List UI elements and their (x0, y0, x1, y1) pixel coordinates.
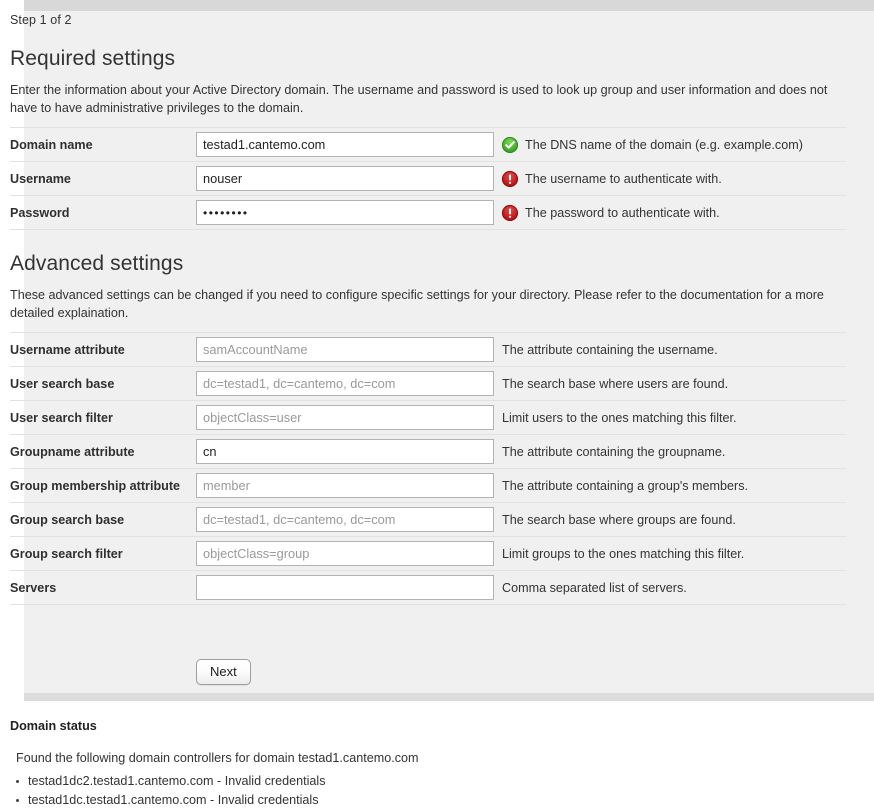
required-settings-body: Domain name The DNS name of the domain (… (10, 127, 846, 230)
group-search-filter-label: Group search filter (10, 546, 123, 561)
user-search-filter-input[interactable] (196, 405, 494, 430)
table-row: Servers Comma separated list of servers. (10, 571, 846, 605)
domain-name-field-cell (196, 128, 502, 162)
group-search-base-label: Group search base (10, 512, 125, 527)
group-search-base-field-cell (196, 503, 502, 537)
user-search-filter-help-text: Limit users to the ones matching this fi… (502, 410, 737, 425)
advanced-settings-body: Username attribute The attribute contain… (10, 332, 846, 605)
domain-name-label: Domain name (10, 137, 93, 152)
group-membership-attribute-help-text: The attribute containing a group's membe… (502, 478, 749, 493)
username-label: Username (10, 171, 71, 186)
domain-name-input[interactable] (196, 132, 494, 157)
table-row: Domain name The DNS name of the domain (… (10, 127, 846, 162)
username-attribute-label: Username attribute (10, 342, 125, 357)
password-label: Password (10, 205, 70, 220)
list-item: testad1dc.testad1.cantemo.com - Invalid … (10, 791, 874, 810)
domain-name-help-text: The DNS name of the domain (e.g. example… (525, 137, 803, 152)
table-row: Username attribute The attribute contain… (10, 332, 846, 367)
password-help-text: The password to authenticate with. (525, 205, 720, 220)
domain-status-summary: Found the following domain controllers f… (16, 751, 419, 765)
servers-input[interactable] (196, 575, 494, 600)
table-row: User search base The search base where u… (10, 367, 846, 401)
groupname-attribute-input[interactable] (196, 439, 494, 464)
username-input[interactable] (196, 166, 494, 191)
user-search-base-label: User search base (10, 376, 115, 391)
wizard-actions: Next (10, 659, 864, 685)
panel-top-strip (24, 0, 874, 11)
next-button[interactable]: Next (196, 659, 251, 685)
password-help-cell: The password to authenticate with. (502, 196, 846, 230)
ad-setup-wizard-page: Step 1 of 2 Required settings Enter the … (0, 0, 874, 811)
servers-field-cell (196, 571, 502, 605)
user-search-base-help-text: The search base where users are found. (502, 376, 729, 391)
group-membership-attribute-field-cell (196, 469, 502, 503)
advanced-settings-table: Username attribute The attribute contain… (10, 332, 846, 605)
table-row: Password The password to authenticate wi… (10, 196, 846, 230)
list-item: testad1dc2.testad1.cantemo.com - Invalid… (10, 772, 874, 791)
error-circle-icon (502, 204, 518, 221)
username-attribute-help-text: The attribute containing the username. (502, 342, 718, 357)
group-search-filter-help-text: Limit groups to the ones matching this f… (502, 546, 745, 561)
group-search-base-input[interactable] (196, 507, 494, 532)
username-attribute-input[interactable] (196, 337, 494, 362)
domain-status-section: Domain status Found the following domain… (10, 719, 874, 810)
advanced-settings-description: These advanced settings can be changed i… (10, 288, 824, 320)
domain-name-help-cell: The DNS name of the domain (e.g. example… (502, 128, 846, 162)
password-input[interactable] (196, 200, 494, 225)
user-search-base-field-cell (196, 367, 502, 401)
username-help-cell: The username to authenticate with. (502, 162, 846, 196)
password-field-cell (196, 196, 502, 230)
user-search-base-input[interactable] (196, 371, 494, 396)
servers-label: Servers (10, 580, 57, 595)
table-row: Groupname attribute The attribute contai… (10, 435, 846, 469)
table-row: Username The username to authenticate wi… (10, 162, 846, 196)
group-search-filter-input[interactable] (196, 541, 494, 566)
table-row: Group search filter Limit groups to the … (10, 537, 846, 571)
user-search-filter-label: User search filter (10, 410, 113, 425)
domain-controller-list: testad1dc2.testad1.cantemo.com - Invalid… (10, 772, 874, 810)
group-membership-attribute-label: Group membership attribute (10, 478, 181, 493)
servers-help-text: Comma separated list of servers. (502, 580, 687, 595)
required-settings-description: Enter the information about your Active … (10, 83, 828, 115)
required-settings-title: Required settings (10, 47, 176, 70)
groupname-attribute-help-text: The attribute containing the groupname. (502, 444, 726, 459)
panel-bottom-strip (24, 693, 874, 701)
wizard-content: Required settings Enter the information … (10, 47, 864, 685)
groupname-attribute-field-cell (196, 435, 502, 469)
table-row: Group membership attribute The attribute… (10, 469, 846, 503)
error-circle-icon (502, 170, 518, 187)
required-settings-table: Domain name The DNS name of the domain (… (10, 127, 846, 230)
table-row: Group search base The search base where … (10, 503, 846, 537)
groupname-attribute-label: Groupname attribute (10, 444, 135, 459)
table-row: User search filter Limit users to the on… (10, 401, 846, 435)
step-indicator: Step 1 of 2 (10, 13, 72, 27)
domain-status-title: Domain status (10, 719, 97, 733)
advanced-settings-title: Advanced settings (10, 252, 184, 275)
group-membership-attribute-input[interactable] (196, 473, 494, 498)
group-search-filter-field-cell (196, 537, 502, 571)
user-search-filter-field-cell (196, 401, 502, 435)
username-field-cell (196, 162, 502, 196)
group-search-base-help-text: The search base where groups are found. (502, 512, 736, 527)
check-circle-icon (502, 136, 518, 153)
username-help-text: The username to authenticate with. (525, 171, 722, 186)
username-attribute-field-cell (196, 333, 502, 367)
